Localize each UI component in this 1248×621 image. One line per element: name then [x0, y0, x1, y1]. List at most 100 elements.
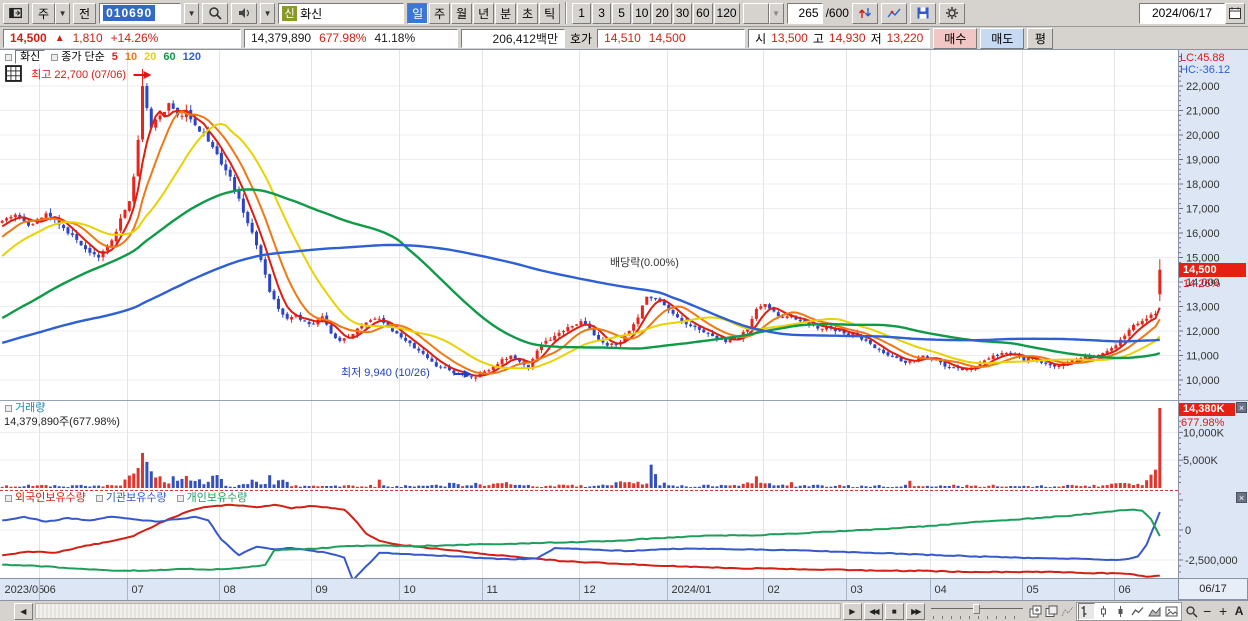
legend-ma-label: 종가 단순: [61, 51, 105, 63]
svg-text:10: 10: [404, 584, 416, 596]
hoga-label: 호가: [570, 31, 593, 46]
svg-text:18,000: 18,000: [1186, 179, 1220, 191]
sell-button[interactable]: 매도: [980, 27, 1025, 49]
fast-forward-button[interactable]: ▶▶: [905, 602, 925, 620]
font-button[interactable]: A: [1232, 603, 1246, 620]
volume-pane-close-button[interactable]: ×: [1236, 402, 1247, 413]
svg-text:03: 03: [851, 584, 863, 596]
chart-image-button[interactable]: [1163, 603, 1180, 620]
interval-dropdown[interactable]: ▼: [768, 2, 784, 24]
stock-name-field[interactable]: 신 화신: [278, 2, 405, 24]
minute-button-30[interactable]: 30: [672, 2, 693, 24]
svg-text:16,000: 16,000: [1186, 228, 1220, 240]
holdings-legend: 외국인보유수량 기관보유수량 개인보유수량: [5, 492, 257, 505]
zoom-tool-button[interactable]: [1184, 603, 1198, 620]
zoom-in-button[interactable]: +: [1216, 603, 1230, 620]
stop-button[interactable]: ■: [884, 602, 904, 620]
chart-settings-button[interactable]: [938, 2, 965, 24]
play-button[interactable]: ▶: [842, 602, 862, 620]
svg-text:12: 12: [584, 584, 596, 596]
open-label: 시: [755, 31, 767, 46]
ma-legend-5: 5: [111, 51, 118, 63]
period-button-월[interactable]: 월: [451, 2, 473, 24]
high-price: 14,930: [828, 31, 866, 45]
svg-text:09: 09: [316, 584, 328, 596]
interval-combo[interactable]: ▼: [742, 2, 784, 24]
scroll-left-button[interactable]: ◀: [13, 602, 33, 620]
axis-end-date: 06/17: [1178, 578, 1248, 600]
chart-scrollbar[interactable]: [34, 603, 841, 619]
avg-price-button[interactable]: 평: [1027, 27, 1054, 49]
holdings-pane-close-button[interactable]: ×: [1236, 492, 1247, 503]
period-button-분[interactable]: 분: [495, 2, 517, 24]
minute-button-5[interactable]: 5: [612, 2, 632, 24]
zoom-out-button[interactable]: −: [1200, 603, 1214, 620]
chart-area: 2023/05 06 07 08 09 10 11 12 2024/01 02 03 04 05 06 10…: [0, 50, 1248, 600]
buy-button[interactable]: 매수: [933, 27, 978, 49]
svg-text:05: 05: [1027, 584, 1039, 596]
low-label: 저: [870, 31, 882, 46]
candle-style-button[interactable]: [1095, 603, 1112, 620]
chart-kind-dropdown[interactable]: ▼: [55, 2, 71, 24]
minute-button-60[interactable]: 60: [693, 2, 713, 24]
minute-button-3[interactable]: 3: [592, 2, 612, 24]
compare-button[interactable]: [851, 2, 878, 24]
ohlc-bar-icon: [1081, 605, 1087, 617]
prev-stock-button[interactable]: 전: [73, 2, 97, 24]
add-subchart-button[interactable]: [1029, 603, 1043, 620]
bar-total-label: /600: [825, 6, 849, 20]
zigzag-icon: [1061, 606, 1074, 616]
holdings-legend-item: 외국인보유수량: [15, 492, 86, 504]
svg-text:04: 04: [935, 584, 947, 596]
filled-candle-icon: [1118, 605, 1123, 617]
auto-trendline-button[interactable]: [1060, 603, 1074, 620]
rewind-button[interactable]: ◀◀: [863, 602, 883, 620]
image-icon: [1165, 606, 1178, 616]
stock-search-button[interactable]: [202, 2, 229, 24]
bar-count-input[interactable]: 265: [786, 2, 823, 24]
duplicate-chart-button[interactable]: [1044, 603, 1058, 620]
svg-text:2024/01: 2024/01: [672, 584, 712, 596]
minute-button-1[interactable]: 1: [572, 2, 592, 24]
period-button-년[interactable]: 년: [473, 2, 495, 24]
candle-down-style-button[interactable]: [1112, 603, 1129, 620]
period-button-일[interactable]: 일: [407, 2, 429, 24]
svg-text:06: 06: [44, 584, 56, 596]
stock-code-input[interactable]: 010690: [99, 2, 182, 24]
date-input[interactable]: 2024/06/17: [1139, 2, 1225, 24]
minute-button-20[interactable]: 20: [652, 2, 672, 24]
calendar-button[interactable]: [1225, 2, 1245, 24]
hoga-cell: 14,510 14,500: [597, 28, 746, 48]
svg-text:5,000K: 5,000K: [1183, 455, 1219, 467]
area-style-button[interactable]: [1146, 603, 1163, 620]
chart-kind-combo[interactable]: 주 ▼: [32, 2, 71, 24]
period-button-초[interactable]: 초: [517, 2, 539, 24]
minute-button-10[interactable]: 10: [632, 2, 652, 24]
minute-button-120[interactable]: 120: [713, 2, 740, 24]
line-style-button[interactable]: [1129, 603, 1146, 620]
chart-kind-value[interactable]: 주: [32, 2, 56, 24]
ma-legend-20: 20: [144, 51, 157, 63]
bar-chart-style-button[interactable]: [1078, 602, 1096, 620]
zoom-slider[interactable]: [930, 603, 1023, 620]
stock-code-dropdown[interactable]: ▼: [184, 2, 200, 24]
date-picker[interactable]: 2024/06/17: [1139, 2, 1245, 24]
save-chart-button[interactable]: [909, 2, 936, 24]
price-chart-canvas[interactable]: 2023/05 06 07 08 09 10 11 12 2024/01 02 03 04 05 0610…: [0, 50, 1248, 600]
interval-value[interactable]: [742, 2, 769, 24]
slider-ticks: [932, 615, 1021, 619]
svg-text:08: 08: [224, 584, 236, 596]
period-button-주[interactable]: 주: [429, 2, 451, 24]
low-annotation: 최저 9,940 (10/26): [341, 367, 430, 379]
legend-square-icon: [95, 494, 103, 502]
trendline-tool-button[interactable]: [880, 2, 907, 24]
sound-dropdown[interactable]: ▼: [260, 2, 276, 24]
slider-thumb[interactable]: [972, 603, 980, 614]
sound-button[interactable]: [231, 2, 258, 24]
panel-layout-button[interactable]: [3, 2, 29, 24]
period-button-틱[interactable]: 틱: [539, 2, 561, 24]
legend-symbol[interactable]: 화신: [15, 50, 46, 64]
svg-text:11,000: 11,000: [1186, 351, 1219, 363]
copy-icon: [1045, 605, 1058, 617]
svg-text:02: 02: [768, 584, 780, 596]
